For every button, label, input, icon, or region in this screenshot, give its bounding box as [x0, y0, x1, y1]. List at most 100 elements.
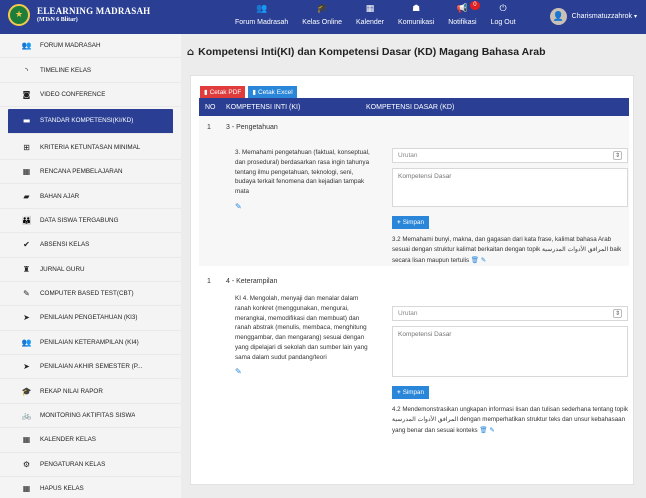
sidebar-item-label: REKAP NILAI RAPOR: [40, 387, 103, 395]
urutan-select[interactable]: Urutan ⇕: [392, 148, 628, 163]
sidebar-item-monitoring[interactable]: 🚲 MONITORING AKTIFITAS SISWA: [0, 404, 181, 429]
username: Charismatuzzahrok: [571, 13, 632, 20]
simpan-button[interactable]: + Simpan: [392, 386, 430, 399]
camera-icon: ◙: [22, 89, 31, 99]
trash-icon[interactable]: 🗑: [479, 426, 487, 434]
plus-icon: +: [397, 219, 401, 226]
kompetensi-dasar-textarea[interactable]: [392, 168, 628, 207]
nav-notifikasi[interactable]: 📢 0 Notifikasi: [441, 1, 483, 26]
gear-icon: ⚙: [22, 459, 31, 469]
sidebar-item-label: PENGATURAN KELAS: [40, 460, 106, 468]
file-excel-icon: ▮: [252, 88, 256, 96]
urutan-placeholder: Urutan: [398, 310, 418, 317]
calendar-icon: ▦: [22, 167, 31, 177]
sidebar-item-forum-madrasah[interactable]: 👥 FORUM MADRASAH: [0, 34, 181, 59]
ki-description: KI 4. Mengolah, menyaji dan menalar dala…: [235, 294, 373, 379]
table-header: NO KOMPETENSI INTI (KI) KOMPETENSI DASAR…: [199, 98, 629, 116]
kompetensi-dasar-textarea[interactable]: [392, 326, 628, 377]
select-caret-icon: ⇕: [612, 151, 622, 160]
edit-icon[interactable]: ✎: [481, 256, 486, 264]
nav-label: Komunikasi: [398, 19, 435, 26]
sidebar-item-pas[interactable]: ➤ PENILAIAN AKHIR SEMESTER (P...: [0, 355, 181, 380]
sidebar-item-cbt[interactable]: ✎ COMPUTER BASED TEST(CBT): [0, 282, 181, 307]
page-title: ⌂ Kompetensi Inti(KI) dan Kompetensi Das…: [187, 46, 546, 58]
user-menu[interactable]: 👤 Charismatuzzahrok ▾: [549, 8, 637, 25]
chat-icon: ☗: [412, 4, 421, 14]
ki-text: 3. Memahami pengetahuan (faktual, konsep…: [235, 149, 370, 195]
sidebar-item-label: FORUM MADRASAH: [40, 42, 101, 50]
trash-icon[interactable]: 🗑: [471, 256, 479, 264]
sidebar-item-bahan-ajar[interactable]: ▰ BAHAN AJAR: [0, 184, 181, 209]
sidebar-item-video-conference[interactable]: ◙ VIDEO CONFERENCE: [0, 83, 181, 108]
kd-text: 4.2 Mendemonstrasikan ungkapan informasi…: [392, 406, 628, 434]
sidebar-item-data-siswa[interactable]: 👪 DATA SISWA TERGABUNG: [0, 209, 181, 234]
sidebar-item-absensi-kelas[interactable]: ✔ ABSENSI KELAS: [0, 233, 181, 258]
binoculars-icon: ♜: [22, 264, 31, 274]
row-number: 1: [207, 123, 211, 131]
users-icon: 👥: [21, 337, 32, 347]
table-row: 1 3 - Pengetahuan: [199, 116, 629, 138]
sidebar-item-penilaian-keterampilan[interactable]: 👥 PENILAIAN KETERAMPILAN (KI4): [0, 331, 181, 356]
laptop-icon: ▬: [22, 116, 31, 126]
edit-icon[interactable]: ✎: [235, 366, 373, 378]
urutan-select[interactable]: Urutan ⇕: [392, 306, 628, 321]
sidebar-item-timeline-kelas[interactable]: ◝ TIMELINE KELAS: [0, 58, 181, 83]
column-header-kd: KOMPETENSI DASAR (KD): [366, 103, 455, 111]
nav-label: Forum Madrasah: [235, 19, 289, 26]
nav-kalender[interactable]: ▦ Kalender: [349, 4, 391, 26]
kd-text: 3.2 Memahami bunyi, makna, dan gagasan d…: [392, 236, 622, 264]
sidebar-item-rekap-nilai[interactable]: 🎓 REKAP NILAI RAPOR: [0, 379, 181, 404]
bullhorn-icon: 📢: [456, 4, 469, 14]
folder-icon: ▰: [23, 191, 30, 201]
ki-description: 3. Memahami pengetahuan (faktual, konsep…: [235, 148, 373, 213]
kd-form: Urutan ⇕ + Simpan 3.2 Memahami bunyi, ma…: [392, 148, 628, 266]
sidebar-item-rencana-pembelajaran[interactable]: ▦ RENCANA PEMBELAJARAN: [0, 160, 181, 185]
simpan-button[interactable]: + Simpan: [392, 216, 430, 229]
sidebar-item-hapus-kelas[interactable]: ▦ HAPUS KELAS: [0, 477, 181, 498]
kompetensi-table: NO KOMPETENSI INTI (KI) KOMPETENSI DASAR…: [199, 98, 629, 440]
sidebar-item-jurnal-guru[interactable]: ♜ JURNAL GURU: [0, 258, 181, 282]
edit-icon[interactable]: ✎: [235, 201, 373, 213]
brand[interactable]: ★ ELEARNING MADRASAH (MTsN 6 Blitar): [8, 4, 150, 26]
sidebar-item-penilaian-pengetahuan[interactable]: ➤ PENILAIAN PENGETAHUAN (KI3): [0, 306, 181, 331]
sidebar-item-label: HAPUS KELAS: [40, 485, 84, 493]
brand-subtitle: (MTsN 6 Blitar): [37, 16, 78, 23]
sidebar-item-label: MONITORING AKTIFITAS SISWA: [40, 412, 136, 420]
nav-kelas-online[interactable]: 🎓 Kelas Online: [295, 4, 349, 26]
group-icon: 👪: [21, 215, 32, 225]
sidebar-item-kkm[interactable]: ⊞ KRITERIA KETUNTASAN MINIMAL: [0, 136, 181, 160]
nav-log-out[interactable]: ⏻ Log Out: [484, 4, 523, 26]
sidebar-item-label: STANDAR KOMPETENSI(KI/KD): [40, 117, 134, 125]
sidebar-item-standar-kompetensi[interactable]: ▬ STANDAR KOMPETENSI(KI/KD): [8, 109, 173, 134]
sidebar-item-label: TIMELINE KELAS: [40, 66, 92, 74]
sidebar-item-label: ABSENSI KELAS: [40, 241, 90, 249]
users-icon: 👥: [256, 4, 268, 14]
edit-icon[interactable]: ✎: [489, 426, 494, 434]
notification-badge: 0: [470, 1, 480, 10]
sidebar-item-label: COMPUTER BASED TEST(CBT): [40, 290, 134, 298]
top-navbar: ★ ELEARNING MADRASAH (MTsN 6 Blitar) 👥 F…: [0, 0, 646, 34]
table-row-body: 3. Memahami pengetahuan (faktual, konsep…: [199, 138, 629, 266]
sidebar-item-pengaturan-kelas[interactable]: ⚙ PENGATURAN KELAS: [0, 453, 181, 478]
cetak-pdf-label: Cetak PDF: [209, 88, 242, 96]
sidebar-item-label: DATA SISWA TERGABUNG: [40, 216, 119, 224]
nav-label: Notifikasi: [448, 19, 477, 26]
nav-label: Log Out: [490, 19, 516, 26]
select-caret-icon: ⇕: [612, 309, 622, 318]
plus-icon: +: [397, 389, 401, 396]
graduation-cap-icon: 🎓: [316, 4, 328, 14]
column-header-no: NO: [205, 103, 216, 111]
nav-komunikasi[interactable]: ☗ Komunikasi: [391, 4, 441, 26]
cetak-excel-button[interactable]: ▮ Cetak Excel: [248, 86, 297, 98]
row-number: 1: [207, 277, 211, 285]
top-nav-menu: 👥 Forum Madrasah 🎓 Kelas Online ▦ Kalend…: [228, 1, 523, 26]
check-icon: ✔: [23, 240, 30, 250]
ki-text: KI 4. Mengolah, menyaji dan menalar dala…: [235, 295, 368, 361]
nav-forum-madrasah[interactable]: 👥 Forum Madrasah: [228, 4, 295, 26]
sidebar-item-kalender-kelas[interactable]: ▦ KALENDER KELAS: [0, 428, 181, 453]
rss-icon: ◝: [24, 65, 29, 75]
cetak-pdf-button[interactable]: ▮ Cetak PDF: [200, 86, 246, 98]
file-pdf-icon: ▮: [204, 88, 208, 96]
home-icon: ⌂: [187, 46, 195, 58]
nav-label: Kelas Online: [302, 19, 342, 26]
